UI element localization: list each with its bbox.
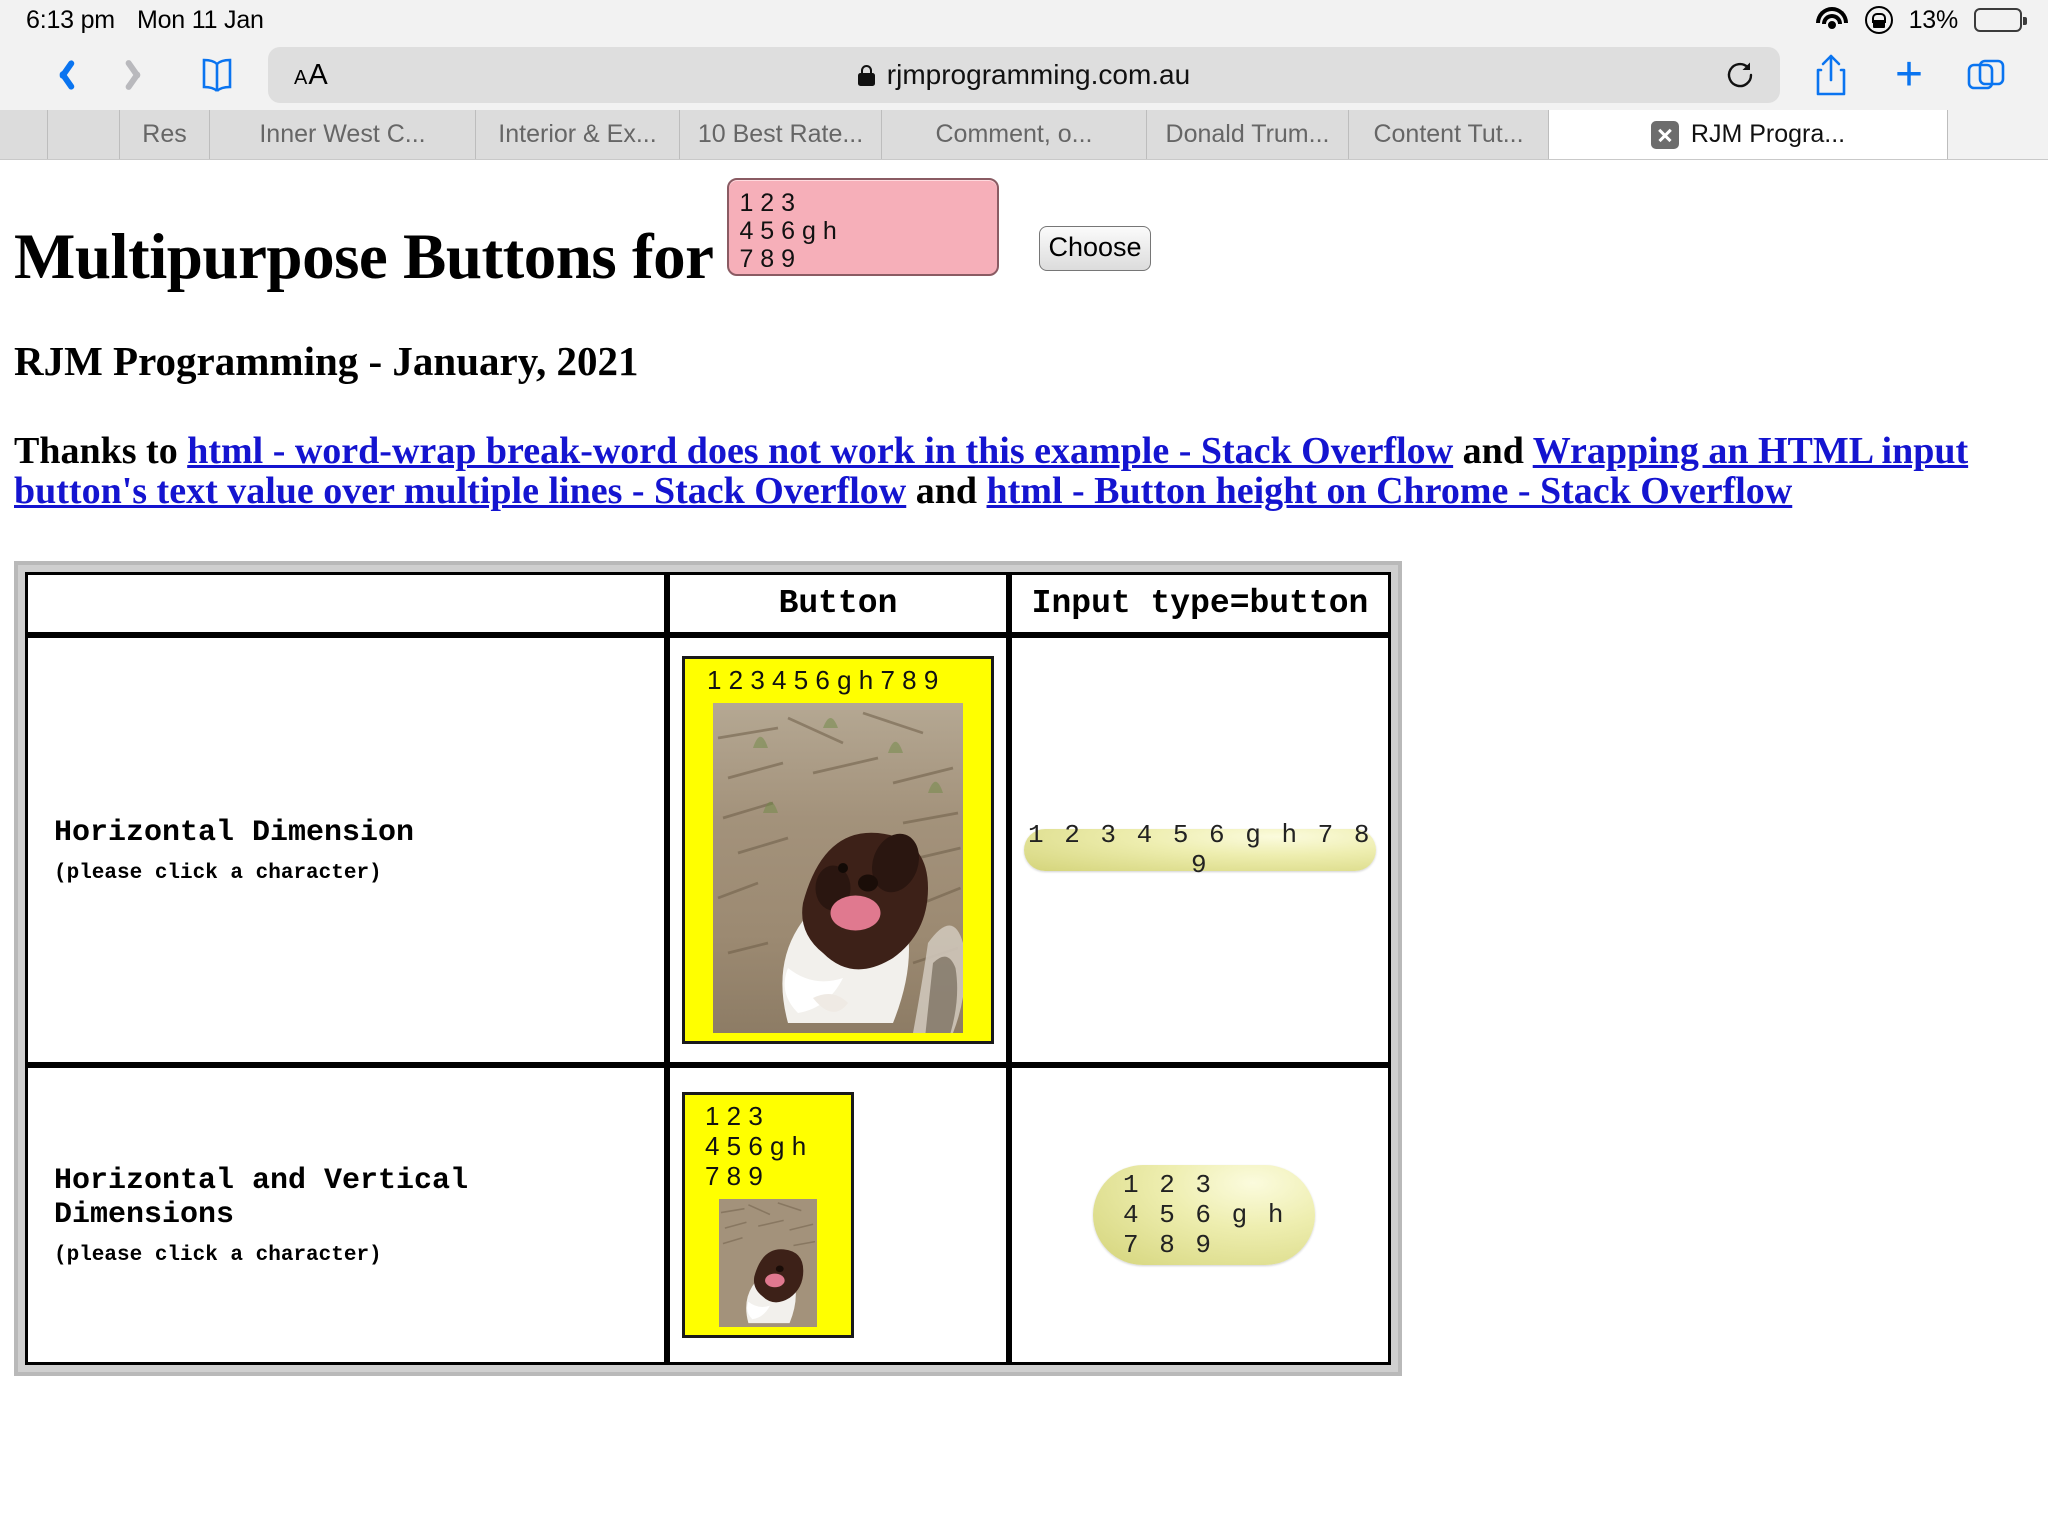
row2-label: Horizontal and Vertical Dimensions [54, 1163, 469, 1232]
browser-tab-3[interactable]: Inner West C... [210, 110, 476, 159]
row2-input-cell: 1 2 3 4 5 6 g h 7 8 9 [1009, 1065, 1391, 1365]
status-bar-right: 13% [1815, 5, 2027, 35]
pink-multipurpose-button[interactable]: 1 2 3 4 5 6 g h 7 8 9 [727, 178, 1000, 276]
reload-button[interactable] [1724, 59, 1756, 91]
address-bar[interactable]: AA rjmprogramming.com.au [268, 47, 1780, 103]
forward-button[interactable] [100, 46, 178, 104]
hv-pill-line-3: 7 8 9 [1123, 1230, 1214, 1260]
hv-yellow-line-3: 7 8 9 [705, 1161, 763, 1191]
rotation-lock-icon [1864, 6, 1893, 34]
browser-tab-7[interactable]: Donald Trum... [1147, 110, 1349, 159]
chevron-right-icon [129, 57, 149, 93]
table-header-blank [25, 572, 667, 635]
share-button[interactable] [1792, 46, 1870, 104]
credits-paragraph: Thanks to html - word-wrap break-word do… [14, 431, 2034, 511]
browser-tab-4[interactable]: Interior & Ex... [476, 110, 680, 159]
web-page-content: Multipurpose Buttons for 1 2 3 4 5 6 g h… [0, 160, 2048, 1536]
tab-label: 10 Best Rate... [697, 120, 864, 148]
page-title: Multipurpose Buttons for [14, 221, 714, 293]
browser-tab-8[interactable]: Content Tut... [1349, 110, 1549, 159]
pink-button-line-3: 7 8 9 [739, 245, 796, 273]
browser-tab-active[interactable]: RJM Progra... [1549, 110, 1948, 159]
dog-photo [719, 1199, 817, 1327]
url-text: rjmprogramming.com.au [886, 59, 1191, 90]
url-display: rjmprogramming.com.au [857, 59, 1191, 91]
table-row: Horizontal and Vertical Dimensions (plea… [25, 1065, 1391, 1365]
chevron-left-icon [51, 57, 71, 93]
demo-table: Button Input type=button Horizontal Dime… [25, 572, 1391, 1365]
credit-link-1[interactable]: html - word-wrap break-word does not wor… [187, 430, 1453, 472]
table-header-input-button: Input type=button [1009, 572, 1391, 635]
battery-icon [1974, 8, 2027, 32]
tab-label: Comment, o... [935, 120, 1093, 148]
bookmarks-button[interactable] [178, 46, 256, 104]
browser-tab-6[interactable]: Comment, o... [882, 110, 1147, 159]
credits-prefix: Thanks to [14, 430, 188, 472]
text-size-large-a: A [308, 58, 328, 91]
pink-button-line-1: 1 2 3 [739, 189, 796, 217]
toolbar-right-actions: + [1792, 46, 2026, 104]
browser-tab-0[interactable] [0, 110, 48, 159]
credits-sep-1: and [1453, 430, 1533, 472]
ios-status-bar: 6:13 pm Mon 11 Jan 13% [0, 0, 2048, 40]
browser-tab-1[interactable] [48, 110, 120, 159]
tab-label: Interior & Ex... [498, 120, 657, 148]
new-tab-button[interactable]: + [1870, 46, 1948, 104]
status-bar-left: 6:13 pm Mon 11 Jan [26, 6, 264, 35]
row2-sublabel: (please click a character) [54, 1243, 382, 1267]
pink-button-line-2: 4 5 6 g h [739, 217, 837, 245]
tab-label: RJM Progra... [1690, 120, 1846, 148]
dog-photo [713, 703, 963, 1033]
demo-table-wrapper: Button Input type=button Horizontal Dime… [14, 561, 1402, 1376]
book-icon [197, 57, 237, 93]
text-size-button[interactable]: AA [294, 59, 328, 92]
horizontal-vertical-pill-input-button[interactable]: 1 2 3 4 5 6 g h 7 8 9 [1093, 1165, 1315, 1265]
page-subtitle: RJM Programming - January, 2021 [14, 338, 639, 384]
browser-tab-2[interactable]: Res [120, 110, 210, 159]
horizontal-yellow-button-label: 1 2 3 4 5 6 g h 7 8 9 [707, 665, 939, 695]
tab-close-icon[interactable] [1650, 120, 1679, 149]
tab-bar: Res Inner West C... Interior & Ex... 10 Bes… [0, 110, 2048, 160]
credits-sep-2: and [906, 470, 987, 512]
clock-time: 6:13 pm [26, 5, 115, 34]
hv-pill-line-1: 1 2 3 [1123, 1170, 1214, 1200]
battery-percent-label: 13% [1908, 5, 1959, 34]
tab-label: Res [142, 120, 187, 148]
row1-label: Horizontal Dimension [54, 815, 415, 850]
safari-toolbar: AA rjmprogramming.com.au + [0, 40, 2048, 110]
row1-button-cell: 1 2 3 4 5 6 g h 7 8 9 [667, 635, 1009, 1065]
browser-tab-5[interactable]: 10 Best Rate... [680, 110, 882, 159]
tab-label: Inner West C... [259, 120, 426, 148]
table-header-button: Button [667, 572, 1009, 635]
horizontal-yellow-button[interactable]: 1 2 3 4 5 6 g h 7 8 9 [682, 656, 994, 1044]
horizontal-vertical-yellow-button[interactable]: 1 2 3 4 5 6 g h 7 8 9 [682, 1092, 854, 1338]
row1-input-cell: 1 2 3 4 5 6 g h 7 8 9 [1009, 635, 1391, 1065]
table-header-row: Button Input type=button [25, 572, 1391, 635]
text-size-small-a: A [294, 66, 308, 89]
tab-label: Donald Trum... [1165, 120, 1330, 148]
back-button[interactable] [22, 46, 100, 104]
clock-date: Mon 11 Jan [136, 5, 264, 34]
lock-icon [857, 64, 875, 86]
credit-link-3[interactable]: html - Button height on Chrome - Stack O… [987, 470, 1793, 512]
row1-label-cell: Horizontal Dimension (please click a cha… [25, 635, 667, 1065]
hv-pill-line-2: 4 5 6 g h [1123, 1200, 1286, 1230]
show-tabs-button[interactable] [1948, 46, 2026, 104]
hv-yellow-line-2: 4 5 6 g h [705, 1131, 807, 1161]
horizontal-pill-input-button[interactable]: 1 2 3 4 5 6 g h 7 8 9 [1024, 820, 1376, 880]
row2-label-cell: Horizontal and Vertical Dimensions (plea… [25, 1065, 667, 1365]
wifi-icon [1815, 7, 1849, 33]
hv-yellow-line-1: 1 2 3 [705, 1101, 763, 1131]
row2-button-cell: 1 2 3 4 5 6 g h 7 8 9 [667, 1065, 1009, 1365]
page-title-row: Multipurpose Buttons for 1 2 3 4 5 6 g h… [0, 160, 2048, 295]
tab-label: Content Tut... [1373, 120, 1524, 148]
table-row: Horizontal Dimension (please click a cha… [25, 635, 1391, 1065]
row1-sublabel: (please click a character) [54, 861, 382, 885]
choose-button[interactable]: Choose [1039, 226, 1151, 271]
